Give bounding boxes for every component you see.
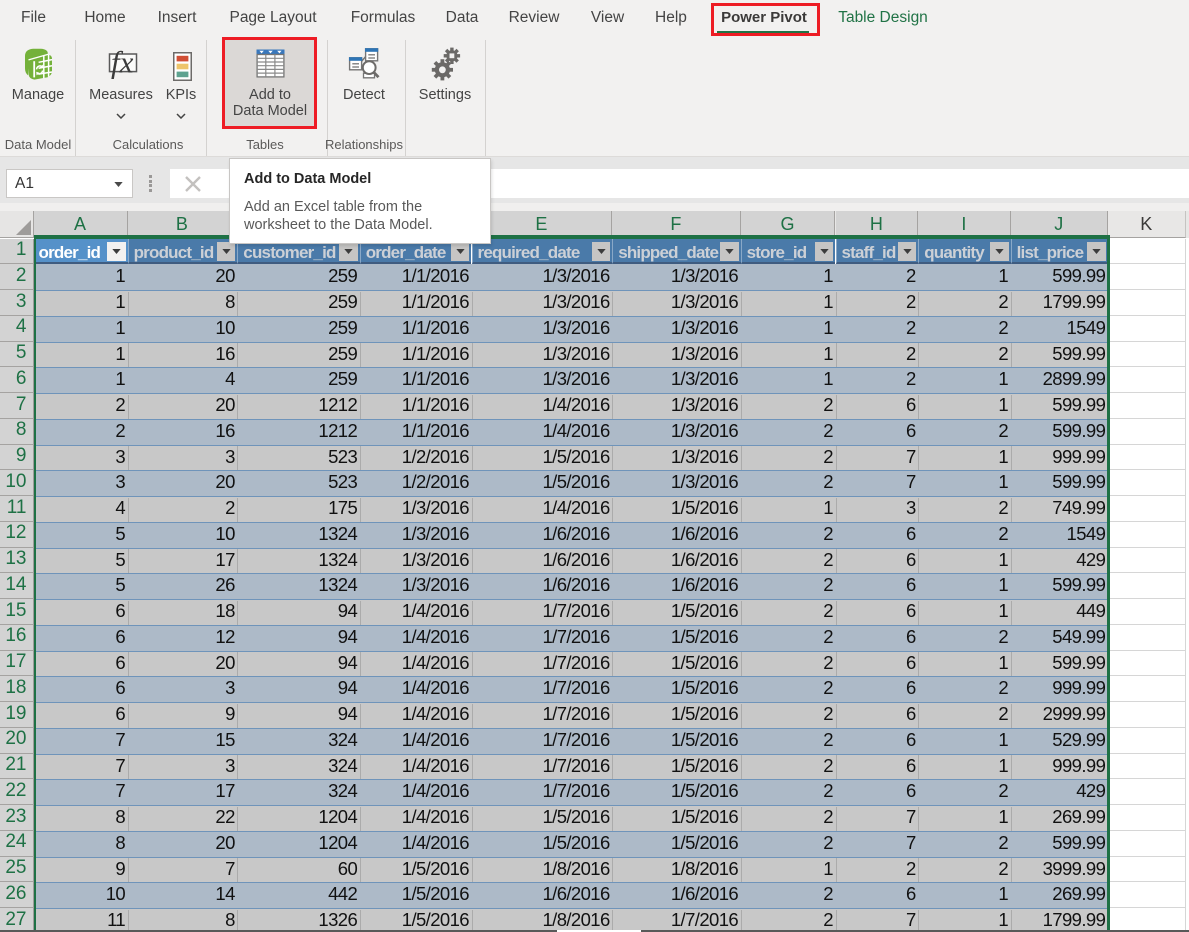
svg-text:fx: fx <box>111 45 134 80</box>
